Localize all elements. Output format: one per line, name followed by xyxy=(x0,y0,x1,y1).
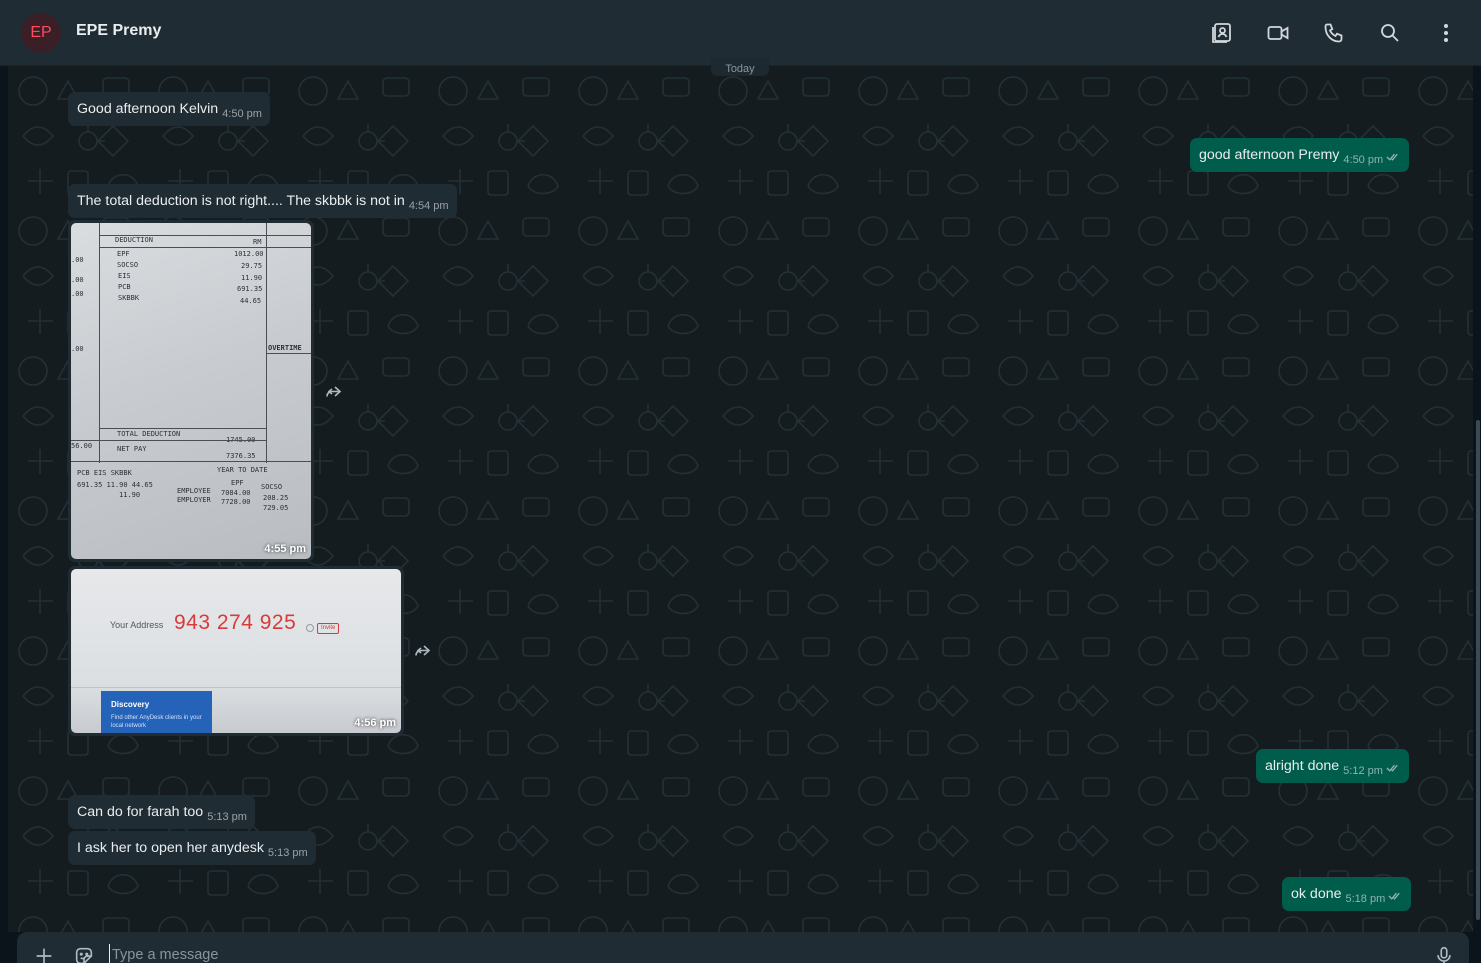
payslip-row-value: 1012.00 xyxy=(234,250,264,258)
attach-plus-icon[interactable] xyxy=(32,944,56,963)
payslip-deduction-header: DEDUCTION xyxy=(115,236,153,244)
message-text: The total deduction is not right.... The… xyxy=(77,193,405,209)
message-text: Good afternoon Kelvin xyxy=(77,101,219,117)
message-incoming[interactable]: The total deduction is not right.... The… xyxy=(68,184,457,218)
payslip-left-value: .00 xyxy=(71,276,84,284)
payslip-row-label: SKBBK xyxy=(118,294,140,302)
payslip-total-deduction-label: TOTAL DEDUCTION xyxy=(117,430,181,438)
contact-card-icon[interactable] xyxy=(1208,19,1236,47)
forward-icon[interactable] xyxy=(322,381,344,403)
payslip-left-value: .00 xyxy=(71,345,84,353)
anydesk-discovery-text: Find other AnyDesk clients in your local… xyxy=(111,715,202,729)
payslip-employer-socso: 729.05 xyxy=(263,504,289,512)
message-text: I ask her to open her anydesk xyxy=(77,840,264,856)
message-outgoing[interactable]: alright done 5:12 pm xyxy=(1256,749,1409,783)
payslip-employee-socso: 208.25 xyxy=(263,494,289,502)
message-time: 5:13 pm xyxy=(207,811,247,823)
payslip-ytd-values: 691.35 11.90 44.65 xyxy=(77,481,153,489)
payslip-employee-label: EMPLOYEE xyxy=(177,487,211,495)
voice-call-icon[interactable] xyxy=(1320,19,1348,47)
read-ticks-icon xyxy=(1388,888,1403,907)
payslip-left-value: 56.00 xyxy=(71,442,93,450)
message-time: 5:13 pm xyxy=(267,847,308,859)
anydesk-address: 943 274 925 xyxy=(174,611,297,634)
payslip-net-pay-value: 7376.35 xyxy=(226,452,256,460)
forward-icon[interactable] xyxy=(411,640,433,662)
message-time: 4:50 pm xyxy=(222,108,262,120)
payslip-employee-epf: 7084.00 xyxy=(221,489,251,497)
payslip-row-value: 691.35 xyxy=(237,285,263,293)
search-icon[interactable] xyxy=(1376,19,1404,47)
message-text: ok done xyxy=(1291,886,1342,902)
payslip-row-label: EPF xyxy=(117,250,130,258)
anydesk-discovery-panel: Discovery Find other AnyDesk clients in … xyxy=(101,691,212,733)
message-text: alright done xyxy=(1265,758,1340,774)
message-text: Can do for farah too xyxy=(77,804,204,820)
message-text: good afternoon Premy xyxy=(1199,147,1340,163)
image-time: 4:56 pm xyxy=(354,717,396,729)
payslip-rm-header: RM xyxy=(253,238,262,246)
video-call-icon[interactable] xyxy=(1264,19,1292,47)
chat-header: EP EPE Premy xyxy=(0,0,1481,66)
image-message-anydesk[interactable]: Your Address 943 274 925 Invite Discover… xyxy=(68,566,404,736)
payslip-employer-epf: 7728.00 xyxy=(221,498,251,506)
message-time: 4:50 pm xyxy=(1343,154,1384,166)
avatar[interactable]: EP xyxy=(21,13,61,53)
payslip-row-label: PCB xyxy=(118,283,131,291)
image-message-payslip[interactable]: DEDUCTION RM EPF 1012.00 SOCSO 29.75 EIS… xyxy=(68,220,314,562)
payslip-year-to-date: YEAR TO DATE xyxy=(217,466,268,474)
payslip-row-label: EIS xyxy=(118,272,131,280)
anydesk-discovery-title: Discovery xyxy=(111,700,150,709)
payslip-row-value: 29.75 xyxy=(241,262,263,270)
payslip-left-value: .00 xyxy=(71,256,84,264)
contact-name[interactable]: EPE Premy xyxy=(76,22,161,40)
payslip-row-label: SOCSO xyxy=(117,261,139,269)
payslip-row-value: 44.65 xyxy=(240,297,262,305)
payslip-net-pay-label: NET PAY xyxy=(117,445,147,453)
payslip-left-value: .00 xyxy=(71,290,84,298)
payslip-photo[interactable]: DEDUCTION RM EPF 1012.00 SOCSO 29.75 EIS… xyxy=(71,223,311,559)
sticker-icon[interactable] xyxy=(72,944,96,963)
message-outgoing[interactable]: good afternoon Premy 4:50 pm xyxy=(1190,138,1410,172)
scrollbar-thumb[interactable] xyxy=(1476,420,1480,920)
message-time: 4:54 pm xyxy=(408,200,449,212)
payslip-ytd-columns: PCB EIS SKBBK xyxy=(77,469,132,477)
read-ticks-icon xyxy=(1386,149,1401,168)
date-divider: Today xyxy=(711,58,769,76)
message-incoming[interactable]: Can do for farah too 5:13 pm xyxy=(68,795,255,829)
anydesk-invite-button: Invite xyxy=(317,623,340,634)
message-time: 5:12 pm xyxy=(1343,765,1383,777)
payslip-employer-label: EMPLOYER xyxy=(177,496,211,504)
payslip-epf-label: EPF xyxy=(231,479,244,487)
anydesk-your-address-label: Your Address xyxy=(110,620,164,630)
divider xyxy=(71,687,401,688)
payslip-overtime: OVERTIME xyxy=(268,344,302,352)
info-icon xyxy=(306,624,314,632)
message-outgoing[interactable]: ok done 5:18 pm xyxy=(1282,877,1412,911)
image-time: 4:55 pm xyxy=(264,543,306,555)
message-incoming[interactable]: I ask her to open her anydesk 5:13 pm xyxy=(68,831,316,865)
message-input[interactable] xyxy=(109,944,1409,963)
payslip-socso-label: SOCSO xyxy=(261,483,283,491)
message-time: 5:18 pm xyxy=(1345,893,1386,905)
payslip-ytd-values-2: 11.90 xyxy=(119,491,141,499)
message-incoming[interactable]: Good afternoon Kelvin 4:50 pm xyxy=(68,92,270,126)
read-ticks-icon xyxy=(1386,760,1401,779)
microphone-icon[interactable] xyxy=(1432,944,1456,963)
payslip-row-value: 11.90 xyxy=(241,274,263,282)
anydesk-photo[interactable]: Your Address 943 274 925 Invite Discover… xyxy=(71,569,401,733)
left-edge xyxy=(0,66,8,932)
more-options-icon[interactable] xyxy=(1432,19,1460,47)
